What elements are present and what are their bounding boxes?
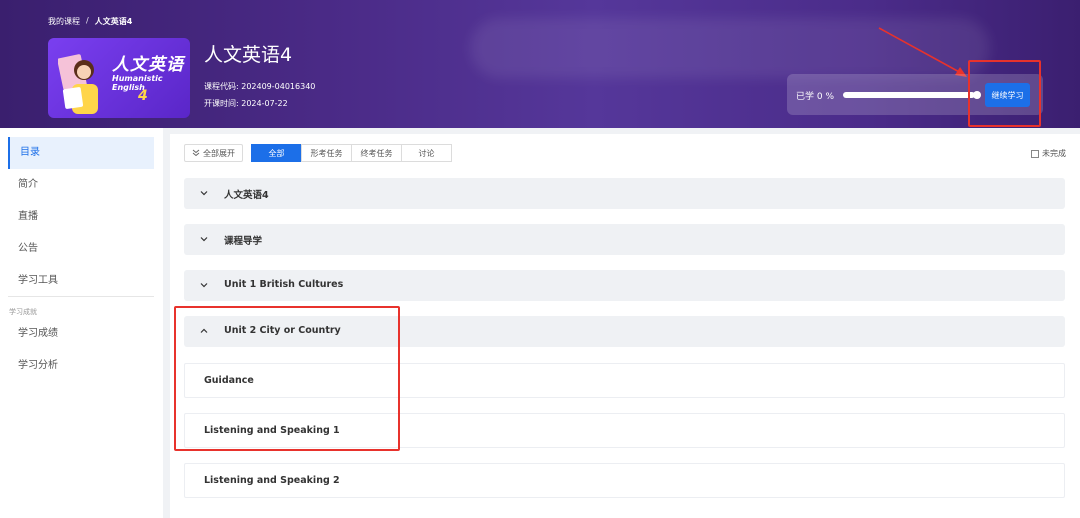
breadcrumb-separator: / [86,16,89,25]
sidebar-section-title: 学习成就 [9,308,37,316]
tab-final-tasks[interactable]: 终考任务 [351,144,402,162]
sidebar-item-tools[interactable]: 学习工具 [8,265,154,297]
annotation-highlight-box [968,60,1041,127]
progress-bar [843,92,975,98]
expand-all-label: 全部展开 [203,148,235,158]
chevron-down-icon [200,283,208,288]
progress-label: 已学 0 % [796,92,834,102]
chapter-row[interactable]: Unit 1 British Cultures [184,270,1065,301]
lesson-title: Listening and Speaking 2 [204,475,340,486]
course-start-date: 开课时间: 2024-07-22 [204,99,288,108]
sidebar-item-catalog[interactable]: 目录 [8,137,154,169]
filter-bar: 全部展开 全部 形考任务 终考任务 讨论 [184,144,452,162]
breadcrumb: 我的课程 / 人文英语4 [48,16,132,27]
incomplete-label: 未完成 [1042,149,1066,158]
sidebar-item-analysis[interactable]: 学习分析 [8,350,154,382]
breadcrumb-current: 人文英语4 [94,17,133,26]
course-title: 人文英语4 [204,44,293,66]
course-header: 我的课程 / 人文英语4 人文英语 Humanistic English 4 人… [0,0,1080,128]
tab-formative-tasks[interactable]: 形考任务 [301,144,352,162]
sidebar-item-grades[interactable]: 学习成绩 [8,318,154,350]
cover-number: 4 [138,88,148,104]
tab-discussion[interactable]: 讨论 [401,144,452,162]
cover-subtitle: Humanistic English [112,74,163,92]
sidebar-divider [8,296,154,297]
chapter-row[interactable]: 人文英语4 [184,178,1065,209]
incomplete-checkbox[interactable] [1031,149,1039,158]
expand-all-button[interactable]: 全部展开 [184,144,243,162]
chapter-row[interactable]: 课程导学 [184,224,1065,255]
sidebar: 目录 简介 直播 公告 学习工具 学习成就 学习成绩 学习分析 [0,128,163,518]
sidebar-item-announcements[interactable]: 公告 [8,233,154,265]
sidebar-item-live[interactable]: 直播 [8,201,154,233]
sidebar-item-intro[interactable]: 简介 [8,169,154,201]
chapter-title: Unit 1 British Cultures [224,279,344,290]
annotation-highlight-box [174,306,400,451]
chapter-title: 课程导学 [224,236,263,247]
course-code: 课程代码: 202409-04016340 [204,82,316,91]
chapter-title: 人文英语4 [224,190,269,201]
chevron-down-icon [200,191,208,196]
double-chevron-down-icon [192,149,200,157]
student-illustration-icon [58,54,98,114]
chevron-down-icon [200,237,208,242]
course-cover-image: 人文英语 Humanistic English 4 [48,38,190,118]
lesson-item[interactable]: Listening and Speaking 2 [184,463,1065,498]
cover-title: 人文英语 [112,55,184,75]
incomplete-filter[interactable]: 未完成 [1031,148,1066,159]
breadcrumb-root[interactable]: 我的课程 [48,16,80,27]
tab-all[interactable]: 全部 [251,144,302,162]
